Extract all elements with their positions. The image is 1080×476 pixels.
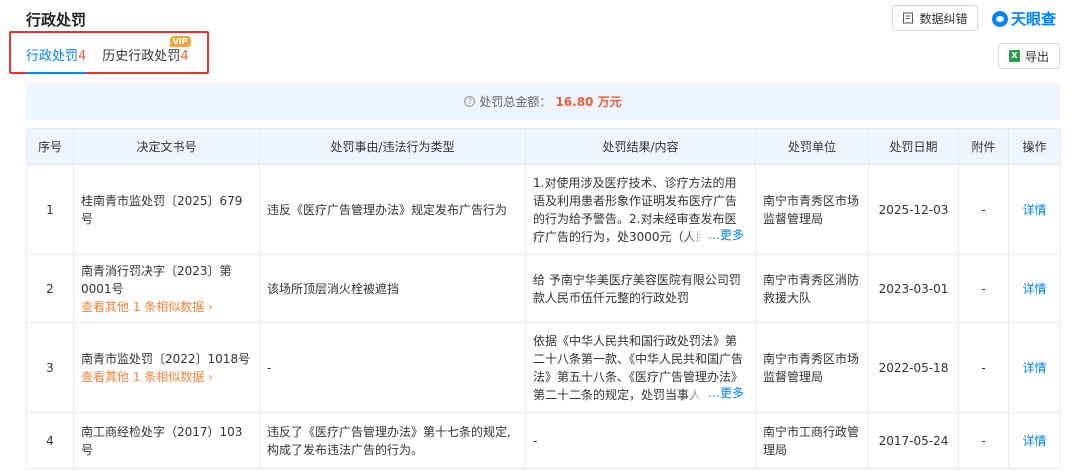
cell-attach: -	[958, 164, 1009, 255]
tab-count: 4	[78, 49, 87, 64]
cell-doc: 南青市监处罚〔2022〕1018号 查看其他 1 条相似数据 ›	[73, 322, 260, 413]
cell-date: 2017-05-24	[868, 412, 959, 469]
summary-amount: 16.80 万元	[555, 95, 622, 109]
cell-reason: 该场所顶层消火栓被遮挡	[259, 254, 526, 323]
summary-label: 处罚总金额：	[479, 95, 552, 109]
detail-link[interactable]: 详情	[1008, 164, 1061, 255]
doc-number: 南青消行罚决字〔2023〕第0001号	[81, 263, 232, 296]
cell-unit: 南宁市工商行政管理局	[755, 412, 869, 469]
penalty-table: 序号 决定文书号 处罚事由/违法行为类型 处罚结果/内容 处罚单位 处罚日期 附…	[26, 128, 1061, 469]
tab-count: 4	[180, 49, 189, 64]
cell-result: 给 予南宁华美医疗美容医院有限公司罚款人民币伍仟元整的行政处罚	[525, 254, 756, 323]
tab-label: 历史行政处罚	[102, 49, 181, 64]
cell-doc: 南工商经检处字（2017）103号	[73, 412, 260, 469]
cell-reason: -	[259, 322, 526, 413]
tab-bar: 行政处罚4 历史行政处罚4 VIP	[26, 36, 191, 74]
cell-no: 1	[26, 164, 74, 255]
report-icon	[903, 12, 914, 24]
help-icon[interactable]: ?	[464, 96, 476, 107]
col-header-doc: 决定文书号	[73, 128, 260, 165]
page-title: 行政处罚	[26, 11, 87, 29]
cell-reason: 违反了《医疗广告管理办法》第十七条的规定,构成了发布违法广告的行为。	[259, 412, 526, 469]
cell-unit: 南宁市青秀区市场监督管理局	[755, 164, 869, 255]
vip-badge: VIP	[169, 36, 191, 47]
tab-label: 行政处罚	[26, 49, 79, 64]
cell-reason: 违反《医疗广告管理办法》规定发布广告行为	[259, 164, 526, 255]
tab-admin-penalty[interactable]: 行政处罚4	[26, 45, 87, 74]
brand-logo: 天眼查	[992, 8, 1056, 29]
export-button[interactable]: X 导出	[998, 43, 1060, 69]
col-header-action: 操作	[1008, 128, 1061, 165]
tab-history-admin-penalty[interactable]: 历史行政处罚4 VIP	[102, 36, 191, 74]
cell-attach: -	[958, 254, 1009, 323]
data-error-button[interactable]: 数据纠错	[892, 5, 978, 31]
data-error-label: 数据纠错	[919, 11, 968, 26]
table-row: 2 南青消行罚决字〔2023〕第0001号查看其他 1 条相似数据 › 该场所顶…	[26, 254, 1061, 323]
cell-unit: 南宁市青秀区市场监督管理局	[755, 322, 869, 413]
cell-no: 3	[26, 322, 74, 413]
table-row: 4 南工商经检处字（2017）103号 违反了《医疗广告管理办法》第十七条的规定…	[26, 412, 1061, 469]
col-header-date: 处罚日期	[868, 128, 959, 165]
more-link[interactable]: …更多	[685, 383, 744, 402]
export-label: 导出	[1024, 49, 1049, 64]
similar-data-link[interactable]: 查看其他 1 条相似数据 ›	[81, 298, 252, 316]
col-header-result: 处罚结果/内容	[525, 128, 756, 165]
more-link[interactable]: …更多	[685, 225, 744, 244]
cell-no: 2	[26, 254, 74, 323]
cell-date: 2025-12-03	[868, 164, 959, 255]
detail-link[interactable]: 详情	[1008, 254, 1061, 323]
brand-name: 天眼查	[1011, 10, 1057, 28]
cell-result: 依据《中华人民共和国行政处罚法》第二十八条第一款、《中华人民共和国广告法》第五十…	[525, 322, 756, 413]
similar-data-link[interactable]: 查看其他 1 条相似数据 ›	[81, 368, 252, 386]
cell-attach: -	[958, 412, 1009, 469]
cell-result: -	[525, 412, 756, 469]
detail-link[interactable]: 详情	[1008, 322, 1061, 413]
cell-date: 2022-05-18	[868, 322, 959, 413]
tianyancha-logo-icon	[992, 10, 1008, 27]
col-header-no: 序号	[26, 128, 74, 165]
doc-number: 南工商经检处字（2017）103号	[81, 424, 243, 457]
cell-attach: -	[958, 322, 1009, 413]
cell-date: 2023-03-01	[868, 254, 959, 323]
cell-doc: 南青消行罚决字〔2023〕第0001号查看其他 1 条相似数据 ›	[73, 254, 260, 323]
detail-link[interactable]: 详情	[1008, 412, 1061, 469]
table-row: 1 桂南青市监处罚〔2025〕679号 违反《医疗广告管理办法》规定发布广告行为…	[26, 164, 1061, 255]
col-header-reason: 处罚事由/违法行为类型	[259, 128, 526, 165]
cell-unit: 南宁市青秀区消防救援大队	[755, 254, 869, 323]
doc-number: 桂南青市监处罚〔2025〕679号	[81, 193, 243, 226]
cell-doc: 桂南青市监处罚〔2025〕679号	[73, 164, 260, 255]
excel-icon: X	[1008, 50, 1020, 62]
cell-result: 1.对使用涉及医疗技术、诊疗方法的用语及利用患者形象作证明发布医疗广告的行为给予…	[525, 164, 756, 255]
table-row: 3 南青市监处罚〔2022〕1018号 查看其他 1 条相似数据 › - 依据《中…	[26, 322, 1061, 413]
cell-no: 4	[26, 412, 74, 469]
col-header-attach: 附件	[958, 128, 1009, 165]
col-header-unit: 处罚单位	[755, 128, 869, 165]
penalty-summary: ? 处罚总金额： 16.80 万元	[26, 83, 1060, 120]
table-header-row: 序号 决定文书号 处罚事由/违法行为类型 处罚结果/内容 处罚单位 处罚日期 附…	[26, 128, 1061, 165]
doc-number: 南青市监处罚〔2022〕1018号	[81, 351, 251, 366]
